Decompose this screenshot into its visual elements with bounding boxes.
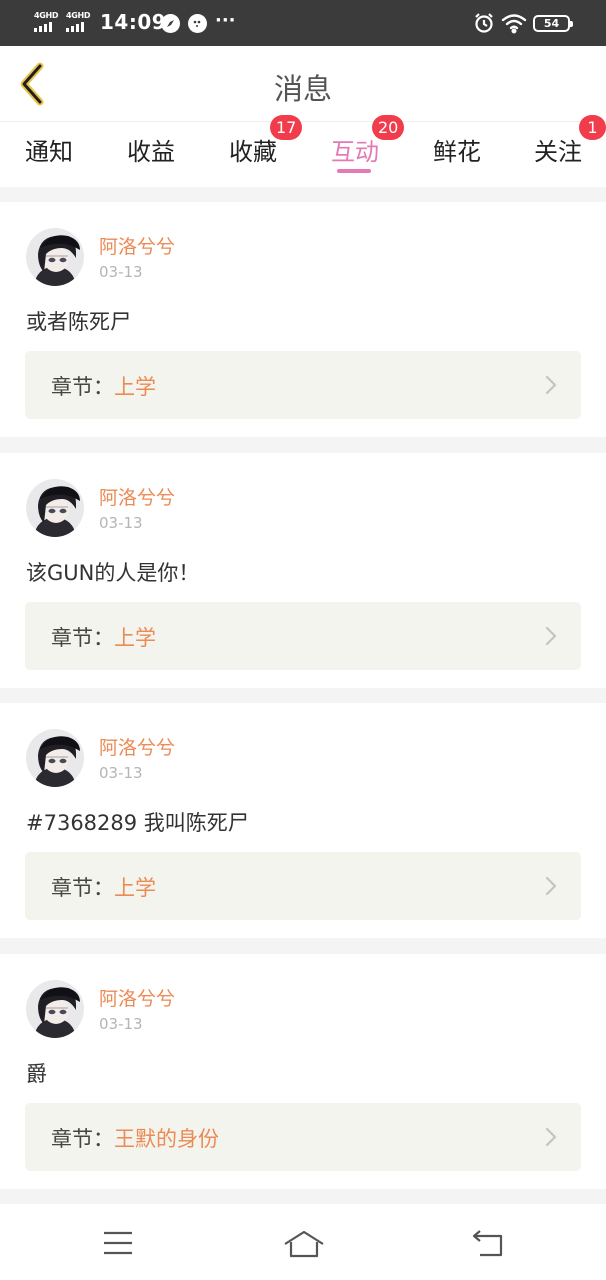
message-content: #7368289 我叫陈死尸 [26,811,249,835]
battery-icon: 54 [533,15,573,32]
chapter-text: 章节：上学 [51,622,156,652]
chevron-right-icon [545,375,557,399]
wechat-icon [188,14,207,33]
chapter-link[interactable]: 章节：王默的身份 [25,1103,581,1171]
username[interactable]: 阿洛兮兮 [99,232,175,259]
alarm-icon [473,12,495,38]
chapter-label: 章节： [51,1127,114,1151]
chapter-link[interactable]: 章节：上学 [25,351,581,419]
tab-earnings[interactable]: 收益 [127,132,175,167]
message-date: 03-13 [99,514,143,532]
status-time: 14:09 [100,10,167,34]
more-notifications-icon: ··· [215,10,236,31]
message-date: 03-13 [99,1015,143,1033]
username[interactable]: 阿洛兮兮 [99,733,175,760]
follows-badge: 1 [579,115,606,140]
username[interactable]: 阿洛兮兮 [99,984,175,1011]
username[interactable]: 阿洛兮兮 [99,483,175,510]
chapter-text: 章节：上学 [51,872,156,902]
tab-favorites[interactable]: 收藏 [229,132,277,167]
chapter-link[interactable]: 章节：上学 [25,602,581,670]
chapter-label: 章节： [51,626,114,650]
tab-notifications[interactable]: 通知 [25,132,73,167]
menu-icon[interactable] [103,1230,133,1260]
chapter-link[interactable]: 章节：上学 [25,852,581,920]
chapter-label: 章节： [51,375,114,399]
message-content: 该GUN的人是你！ [26,561,200,585]
active-tab-indicator [337,169,371,173]
compass-icon [161,14,180,33]
message-date: 03-13 [99,263,143,281]
chapter-name: 上学 [114,876,156,900]
chapter-text: 章节：王默的身份 [51,1123,219,1153]
interactions-badge: 20 [372,115,405,140]
chapter-name: 上学 [114,626,156,650]
battery-level: 54 [543,17,560,30]
message-card[interactable]: 阿洛兮兮 03-13 爵 章节：王默的身份 [0,954,606,1189]
back-icon[interactable] [472,1230,504,1262]
header: 消息 [0,46,606,121]
chapter-name: 王默的身份 [114,1127,219,1151]
page-title: 消息 [273,72,332,106]
wifi-icon [501,12,527,38]
chapter-name: 上学 [114,375,156,399]
chapter-text: 章节：上学 [51,371,156,401]
avatar[interactable] [26,228,84,286]
message-card[interactable]: 阿洛兮兮 03-13 #7368289 我叫陈死尸 章节：上学 [0,703,606,938]
message-card[interactable]: 阿洛兮兮 03-13 或者陈死尸 章节：上学 [0,202,606,437]
chapter-label: 章节： [51,876,114,900]
tab-follows[interactable]: 关注 [534,132,582,167]
favorites-badge: 17 [270,115,303,140]
chevron-right-icon [545,626,557,650]
avatar[interactable] [26,729,84,787]
tab-bar: 通知 收益 收藏 互动 鲜花 关注 17 20 1 [0,115,606,187]
home-icon[interactable] [283,1230,325,1262]
message-content: 或者陈死尸 [26,310,131,334]
message-card[interactable]: 阿洛兮兮 03-13 该GUN的人是你！ 章节：上学 [0,453,606,688]
system-nav-bar [0,1206,606,1280]
chevron-right-icon [545,876,557,900]
tab-interactions[interactable]: 互动 [331,132,379,167]
status-bar: 4GHD 4GHD 14:09 ··· 54 [0,0,606,46]
tab-flowers[interactable]: 鲜花 [433,132,481,167]
signal-2-icon: 4GHD [66,11,91,32]
avatar[interactable] [26,980,84,1038]
message-content: 爵 [26,1062,47,1086]
message-date: 03-13 [99,764,143,782]
network-type-1: 4GHD [34,11,59,20]
chevron-right-icon [545,1127,557,1151]
signal-1-icon: 4GHD [34,11,59,32]
avatar[interactable] [26,479,84,537]
network-type-2: 4GHD [66,11,91,20]
